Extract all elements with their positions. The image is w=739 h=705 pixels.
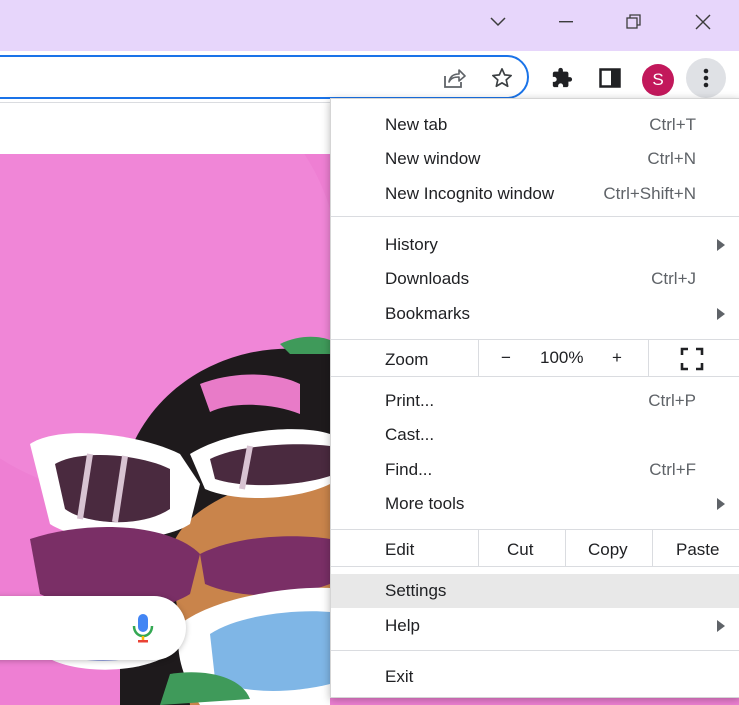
close-icon	[695, 14, 711, 30]
minimize-button[interactable]	[532, 0, 600, 44]
zoom-out-button[interactable]: −	[501, 348, 511, 368]
menu-item-label: New Incognito window	[385, 184, 555, 203]
profile-avatar[interactable]: S	[642, 64, 674, 96]
bookmark-star-button[interactable]	[485, 61, 519, 95]
tab-search-button[interactable]	[464, 0, 532, 44]
zoom-level: 100%	[540, 348, 584, 367]
paste-button[interactable]: Paste	[676, 540, 719, 560]
menu-item-shortcut: Ctrl+N	[647, 149, 696, 168]
menu-item-label: Bookmarks	[385, 304, 471, 323]
side-panel-button[interactable]	[593, 61, 627, 95]
submenu-arrow-icon	[717, 308, 725, 320]
submenu-arrow-icon	[717, 498, 725, 510]
menu-item-label: Settings	[385, 581, 447, 600]
menu-edit-row: Edit Cut Copy Paste	[331, 530, 739, 566]
menu-item-shortcut: Ctrl+J	[651, 269, 696, 288]
fullscreen-icon[interactable]	[680, 347, 704, 371]
menu-item-find[interactable]: Find... Ctrl+F	[331, 453, 739, 487]
bookmark-star-icon	[492, 68, 512, 88]
chevron-down-icon	[490, 17, 506, 27]
zoom-divider	[478, 340, 479, 376]
menu-item-help[interactable]: Help	[331, 609, 739, 643]
restore-button[interactable]	[600, 0, 668, 44]
menu-separator	[331, 650, 739, 651]
profile-initial: S	[652, 70, 664, 89]
menu-item-shortcut: Ctrl+P	[648, 391, 696, 410]
menu-item-shortcut: Ctrl+F	[649, 460, 696, 479]
zoom-label: Zoom	[385, 350, 429, 369]
edit-divider	[478, 530, 479, 566]
edit-label: Edit	[385, 540, 415, 559]
menu-separator	[331, 376, 739, 377]
menu-item-cast[interactable]: Cast...	[331, 418, 739, 452]
menu-item-label: More tools	[385, 494, 465, 513]
close-window-button[interactable]	[669, 0, 737, 44]
menu-item-label: Cast...	[385, 425, 435, 444]
menu-item-bookmarks[interactable]: Bookmarks	[331, 297, 739, 331]
share-icon	[444, 69, 466, 88]
menu-item-label: Exit	[385, 667, 414, 686]
extensions-button[interactable]	[545, 61, 579, 95]
menu-item-print[interactable]: Print... Ctrl+P	[331, 384, 739, 418]
menu-item-downloads[interactable]: Downloads Ctrl+J	[331, 262, 739, 296]
more-vert-icon	[703, 68, 709, 88]
menu-item-label: New window	[385, 149, 481, 168]
edit-divider	[652, 530, 653, 566]
side-panel-icon	[599, 68, 621, 88]
extensions-puzzle-icon	[552, 67, 573, 88]
menu-separator	[331, 216, 739, 217]
minimize-icon	[559, 21, 573, 23]
copy-button[interactable]: Copy	[588, 540, 628, 560]
menu-item-new-incognito-window[interactable]: New Incognito window Ctrl+Shift+N	[331, 177, 739, 211]
menu-item-new-tab[interactable]: New tab Ctrl+T	[331, 108, 739, 142]
menu-item-history[interactable]: History	[331, 228, 739, 262]
menu-item-label: Help	[385, 616, 420, 635]
microphone-icon[interactable]	[132, 612, 154, 644]
menu-item-label: Print...	[385, 391, 435, 410]
menu-item-label: Find...	[385, 460, 433, 479]
menu-item-label: Downloads	[385, 269, 470, 288]
chrome-main-menu: New tab Ctrl+T New window Ctrl+N New Inc…	[330, 98, 739, 698]
more-menu-button[interactable]	[686, 58, 726, 98]
zoom-in-button[interactable]: +	[612, 348, 622, 368]
menu-item-label: New tab	[385, 115, 448, 134]
menu-item-exit[interactable]: Exit	[331, 660, 739, 694]
menu-item-settings[interactable]: Settings	[331, 574, 739, 608]
menu-item-shortcut: Ctrl+T	[649, 115, 696, 134]
menu-item-shortcut: Ctrl+Shift+N	[603, 184, 696, 203]
submenu-arrow-icon	[717, 620, 725, 632]
title-bar	[0, 0, 739, 51]
search-box[interactable]	[0, 596, 186, 660]
restore-icon	[626, 14, 641, 29]
menu-item-new-window[interactable]: New window Ctrl+N	[331, 142, 739, 176]
menu-item-more-tools[interactable]: More tools	[331, 487, 739, 521]
edit-divider	[565, 530, 566, 566]
share-button[interactable]	[437, 61, 471, 95]
cut-button[interactable]: Cut	[507, 540, 533, 560]
menu-zoom-row: Zoom − 100% +	[331, 340, 739, 376]
browser-toolbar: S	[0, 51, 739, 103]
menu-item-label: History	[385, 235, 438, 254]
menu-separator	[331, 566, 739, 567]
submenu-arrow-icon	[717, 239, 725, 251]
zoom-divider	[648, 340, 649, 376]
